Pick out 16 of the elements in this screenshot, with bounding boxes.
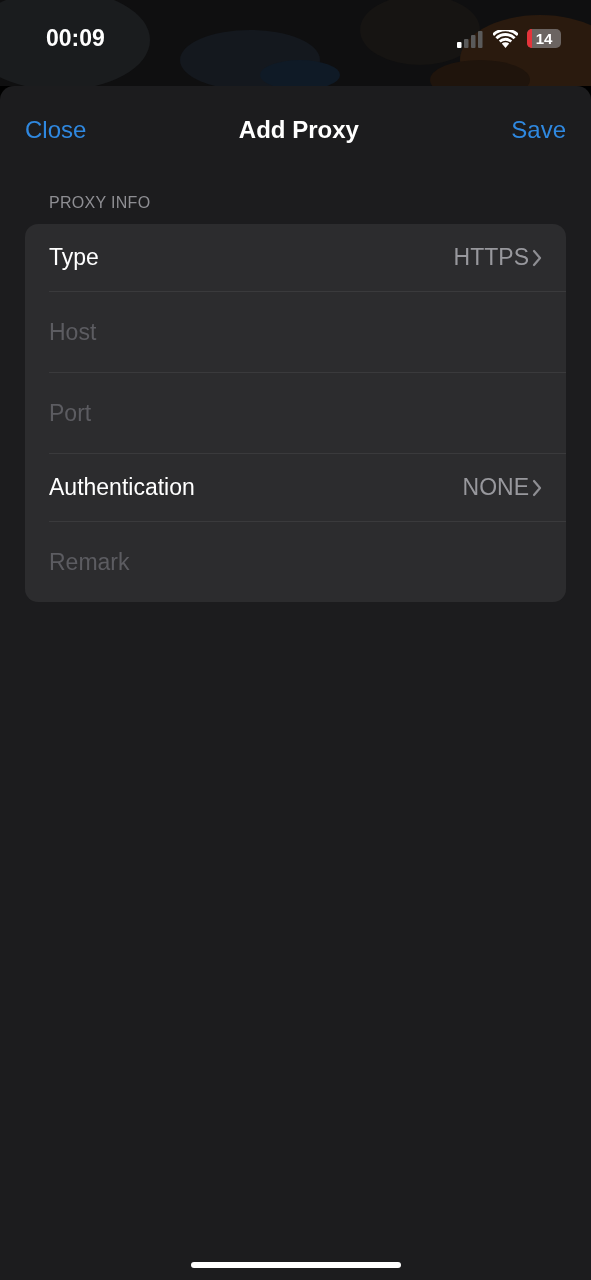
status-time: 00:09 (46, 25, 105, 52)
picker-row[interactable]: Type HTTPS (49, 224, 566, 292)
signal-icon (457, 29, 484, 48)
row-value: HTTPS (453, 244, 529, 271)
section-header: PROXY INFO (49, 194, 152, 212)
picker-row[interactable]: Authentication NONE (49, 454, 566, 522)
wifi-icon (493, 29, 518, 48)
close-button[interactable]: Close (25, 116, 87, 144)
row-label: Type (49, 244, 100, 271)
row-label: Authentication (49, 474, 196, 501)
save-button[interactable]: Save (511, 116, 566, 144)
chevron-icon (532, 478, 542, 497)
sheet-title: Add Proxy (238, 116, 359, 144)
chevron-icon (532, 248, 542, 267)
row-value: NONE (462, 474, 529, 501)
battery-indicator: 14 (527, 29, 561, 48)
